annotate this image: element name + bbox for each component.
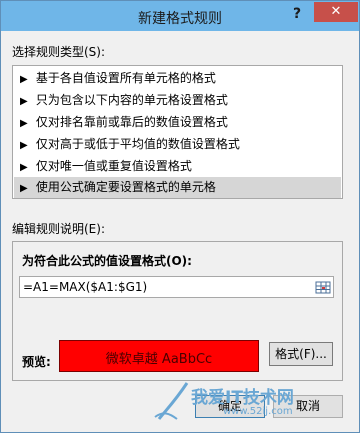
rule-item-label: 仅对排名靠前或靠后的数值设置格式 [35, 115, 228, 129]
formula-caption: 为符合此公式的值设置格式(O): [22, 254, 192, 268]
new-format-rule-dialog: 新建格式规则 ? ✕ 选择规则类型(S): ▶ 基于各自值设置所有单元格的格式 … [0, 0, 360, 433]
edit-rule-label: 编辑规则说明(E): [12, 222, 105, 236]
range-select-icon[interactable] [315, 279, 331, 295]
arrow-right-icon: ▶ [20, 162, 28, 173]
rule-item-use-formula[interactable]: ▶ 使用公式确定要设置格式的单元格 [14, 177, 341, 198]
formula-input[interactable]: =A1=MAX($A1:$G1) [19, 276, 334, 298]
arrow-right-icon: ▶ [20, 118, 28, 129]
watermark-url: www.52ij.com [223, 406, 293, 417]
watermark-text: 我爱IT技术网 [191, 388, 294, 408]
title-bar: 新建格式规则 ? ✕ [1, 1, 359, 31]
watermark-logo-icon [154, 382, 189, 420]
arrow-right-icon: ▶ [20, 140, 28, 151]
format-button[interactable]: 格式(F)... [269, 342, 333, 366]
arrow-right-icon: ▶ [20, 74, 28, 85]
arrow-right-icon: ▶ [20, 183, 28, 194]
help-button[interactable]: ? [289, 6, 305, 24]
rule-item-each-value[interactable]: ▶ 基于各自值设置所有单元格的格式 [14, 68, 341, 89]
rule-item-label: 仅对高于或低于平均值的数值设置格式 [35, 137, 240, 151]
preview-label: 预览: [22, 355, 51, 369]
rule-item-top-bottom[interactable]: ▶ 仅对排名靠前或靠后的数值设置格式 [14, 112, 341, 133]
watermark: 我爱IT技术网 www.52ij.com [153, 379, 353, 429]
rule-type-label: 选择规则类型(S): [12, 45, 106, 59]
preview-box: 微软卓越 AaBbCc [59, 340, 259, 372]
rule-item-label: 基于各自值设置所有单元格的格式 [35, 71, 216, 85]
rule-type-list[interactable]: ▶ 基于各自值设置所有单元格的格式 ▶ 只为包含以下内容的单元格设置格式 ▶ 仅… [12, 65, 343, 199]
close-button[interactable]: ✕ [314, 2, 358, 22]
rule-item-contains[interactable]: ▶ 只为包含以下内容的单元格设置格式 [14, 90, 341, 111]
formula-value: =A1=MAX($A1:$G1) [23, 280, 148, 294]
close-icon: ✕ [330, 4, 342, 19]
rule-item-unique-duplicate[interactable]: ▶ 仅对唯一值或重复值设置格式 [14, 156, 341, 177]
edit-rule-panel: 为符合此公式的值设置格式(O): =A1=MAX($A1:$G1) 预览: 微软… [12, 241, 343, 381]
preview-text: 微软卓越 AaBbCc [105, 352, 213, 367]
rule-item-above-below-average[interactable]: ▶ 仅对高于或低于平均值的数值设置格式 [14, 134, 341, 155]
rule-item-label: 使用公式确定要设置格式的单元格 [35, 180, 216, 194]
rule-item-label: 只为包含以下内容的单元格设置格式 [35, 93, 228, 107]
rule-item-label: 仅对唯一值或重复值设置格式 [35, 159, 192, 173]
dialog-title: 新建格式规则 [138, 11, 222, 27]
arrow-right-icon: ▶ [20, 96, 28, 107]
